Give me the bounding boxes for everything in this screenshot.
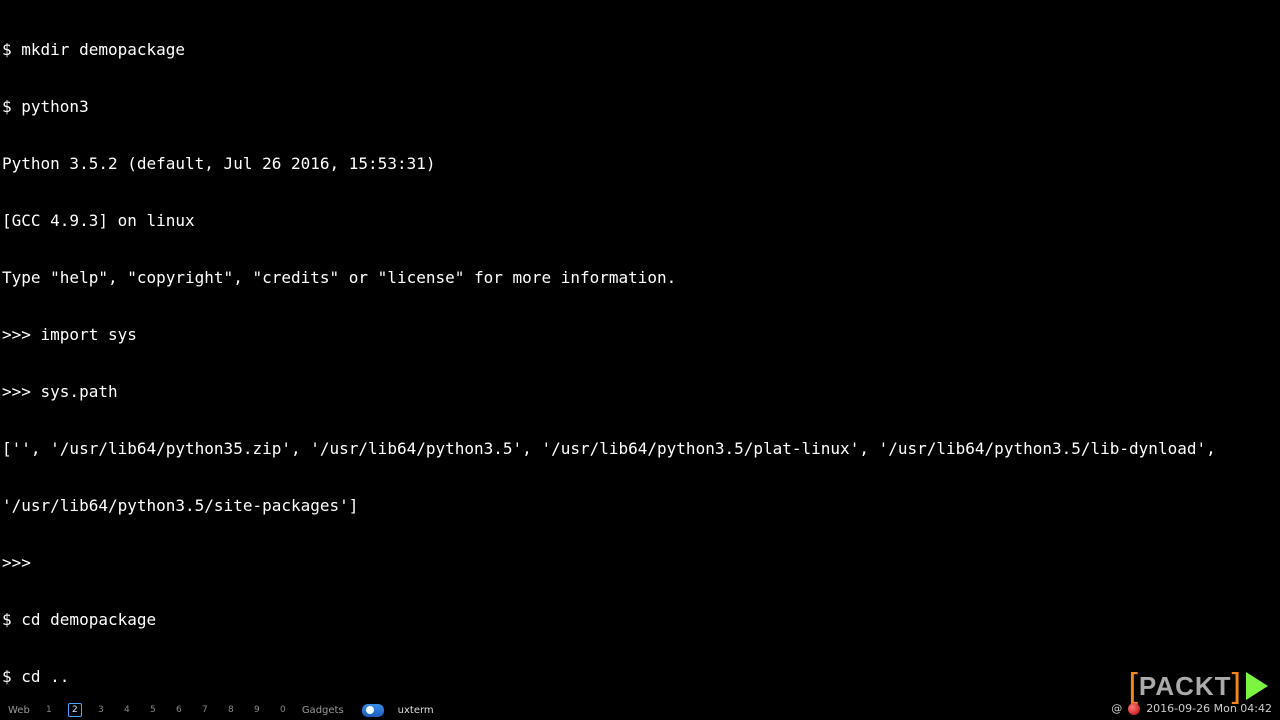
terminal-line: Type "help", "copyright", "credits" or "… — [2, 268, 1278, 287]
taskbar-uxterm[interactable] — [362, 704, 384, 717]
tray-status-icon[interactable] — [1128, 703, 1140, 715]
packt-text: PACKT — [1139, 677, 1232, 696]
desktop-panel: Web 1 2 3 4 5 6 7 8 9 0 Gadgets uxterm @… — [0, 700, 1280, 720]
terminal-line: >>> — [2, 553, 1278, 572]
packt-logo: [ PACKT ] — [1128, 672, 1268, 700]
workspace-9[interactable]: 9 — [250, 703, 264, 717]
terminal-line: $ python3 — [2, 97, 1278, 116]
terminal-line: [GCC 4.9.3] on linux — [2, 211, 1278, 230]
terminal-line: Python 3.5.2 (default, Jul 26 2016, 15:5… — [2, 154, 1278, 173]
bracket-open-icon: [ — [1128, 673, 1138, 699]
workspace-7[interactable]: 7 — [198, 703, 212, 717]
workspace-1[interactable]: 1 — [42, 703, 56, 717]
terminal-line: $ cd .. — [2, 667, 1278, 686]
bracket-close-icon: ] — [1232, 673, 1242, 699]
workspace-4[interactable]: 4 — [120, 703, 134, 717]
tray-at-icon[interactable]: @ — [1111, 699, 1122, 718]
terminal-line: ['', '/usr/lib64/python35.zip', '/usr/li… — [2, 439, 1278, 458]
panel-right: @ 2016-09-26 Mon 04:42 — [1111, 699, 1272, 718]
terminal-line: >>> sys.path — [2, 382, 1278, 401]
workspace-3[interactable]: 3 — [94, 703, 108, 717]
terminal-line: '/usr/lib64/python3.5/site-packages'] — [2, 496, 1278, 515]
taskbar-uxterm-label[interactable]: uxterm — [398, 701, 434, 720]
panel-menu-web[interactable]: Web — [8, 701, 30, 720]
terminal-output[interactable]: $ mkdir demopackage $ python3 Python 3.5… — [2, 2, 1278, 720]
terminal-line: >>> import sys — [2, 325, 1278, 344]
terminal-line: $ cd demopackage — [2, 610, 1278, 629]
panel-left: Web 1 2 3 4 5 6 7 8 9 0 Gadgets uxterm — [0, 701, 434, 720]
app-icon — [366, 706, 374, 714]
play-icon — [1246, 672, 1268, 700]
terminal-line: $ mkdir demopackage — [2, 40, 1278, 59]
workspace-2[interactable]: 2 — [68, 703, 82, 717]
workspace-6[interactable]: 6 — [172, 703, 186, 717]
workspace-5[interactable]: 5 — [146, 703, 160, 717]
workspace-8[interactable]: 8 — [224, 703, 238, 717]
panel-gadgets[interactable]: Gadgets — [302, 701, 344, 720]
panel-clock[interactable]: 2016-09-26 Mon 04:42 — [1146, 699, 1272, 718]
workspace-0[interactable]: 0 — [276, 703, 290, 717]
